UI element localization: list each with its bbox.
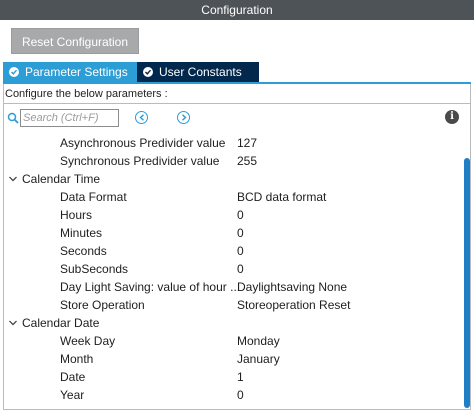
configure-hint: Configure the below parameters : [5, 88, 168, 100]
next-icon[interactable] [177, 111, 190, 124]
param-label: SubSeconds [60, 262, 129, 276]
tab-bar: Parameter Settings User Constants [3, 62, 259, 82]
param-value[interactable]: Monday [237, 332, 280, 350]
param-value[interactable]: 0 [237, 386, 244, 404]
parameter-list: Asynchronous Predivider value 127 Synchr… [3, 134, 461, 404]
info-icon[interactable]: i [445, 110, 459, 124]
tab-user-constants[interactable]: User Constants [137, 62, 259, 82]
param-row-sync-predivider[interactable]: Synchronous Predivider value 255 [3, 152, 461, 170]
reset-configuration-button[interactable]: Reset Configuration [11, 28, 139, 54]
param-row-seconds[interactable]: Seconds 0 [3, 242, 461, 260]
group-label: Calendar Date [22, 316, 100, 330]
scrollbar-thumb[interactable] [464, 158, 470, 408]
window-title: Configuration [0, 0, 474, 20]
param-value[interactable]: 0 [237, 242, 244, 260]
tab-parameter-settings[interactable]: Parameter Settings [3, 62, 137, 82]
param-value[interactable]: Daylightsaving None [237, 278, 347, 296]
param-value[interactable]: 1 [237, 368, 244, 386]
param-label: Data Format [60, 190, 127, 204]
chevron-down-icon[interactable] [8, 174, 18, 184]
tab-label: User Constants [159, 65, 242, 79]
search-input[interactable]: Search (Ctrl+F) [20, 109, 119, 127]
chevron-down-icon[interactable] [8, 318, 18, 328]
prev-icon[interactable] [135, 111, 148, 124]
param-value[interactable]: 127 [237, 134, 257, 152]
param-label: Asynchronous Predivider value [60, 136, 226, 150]
param-row-subseconds[interactable]: SubSeconds 0 [3, 260, 461, 278]
param-row-data-format[interactable]: Data Format BCD data format [3, 188, 461, 206]
divider [3, 103, 471, 104]
check-icon [9, 67, 19, 77]
param-value[interactable]: January [237, 350, 280, 368]
param-label: Seconds [60, 244, 107, 258]
param-value[interactable]: 0 [237, 224, 244, 242]
param-row-async-predivider[interactable]: Asynchronous Predivider value 127 [3, 134, 461, 152]
param-row-year[interactable]: Year 0 [3, 386, 461, 404]
param-label: Minutes [60, 226, 103, 240]
param-label: Week Day [60, 334, 116, 348]
check-icon [143, 67, 153, 77]
search-icon [7, 112, 19, 124]
group-label: Calendar Time [22, 172, 101, 186]
param-label: Month [60, 352, 94, 366]
param-row-date[interactable]: Date 1 [3, 368, 461, 386]
param-value[interactable]: Storeoperation Reset [237, 296, 350, 314]
param-row-month[interactable]: Month January [3, 350, 461, 368]
tab-label: Parameter Settings [25, 65, 128, 79]
param-label: Hours [60, 208, 93, 222]
param-row-week-day[interactable]: Week Day Monday [3, 332, 461, 350]
param-value[interactable]: 0 [237, 260, 244, 278]
param-row-daylight-saving[interactable]: Day Light Saving: value of hour ... Dayl… [3, 278, 461, 296]
param-label: Synchronous Predivider value [60, 154, 220, 168]
param-label: Year [60, 388, 85, 402]
param-label: Date [60, 370, 86, 384]
param-label: Day Light Saving: value of hour ... [60, 280, 241, 294]
group-calendar-date[interactable]: Calendar Date [3, 314, 461, 332]
param-row-minutes[interactable]: Minutes 0 [3, 224, 461, 242]
param-row-store-operation[interactable]: Store Operation Storeoperation Reset [3, 296, 461, 314]
param-value[interactable]: BCD data format [237, 188, 326, 206]
param-value[interactable]: 0 [237, 206, 244, 224]
param-value[interactable]: 255 [237, 152, 257, 170]
group-calendar-time[interactable]: Calendar Time [3, 170, 461, 188]
param-row-hours[interactable]: Hours 0 [3, 206, 461, 224]
param-label: Store Operation [60, 298, 145, 312]
